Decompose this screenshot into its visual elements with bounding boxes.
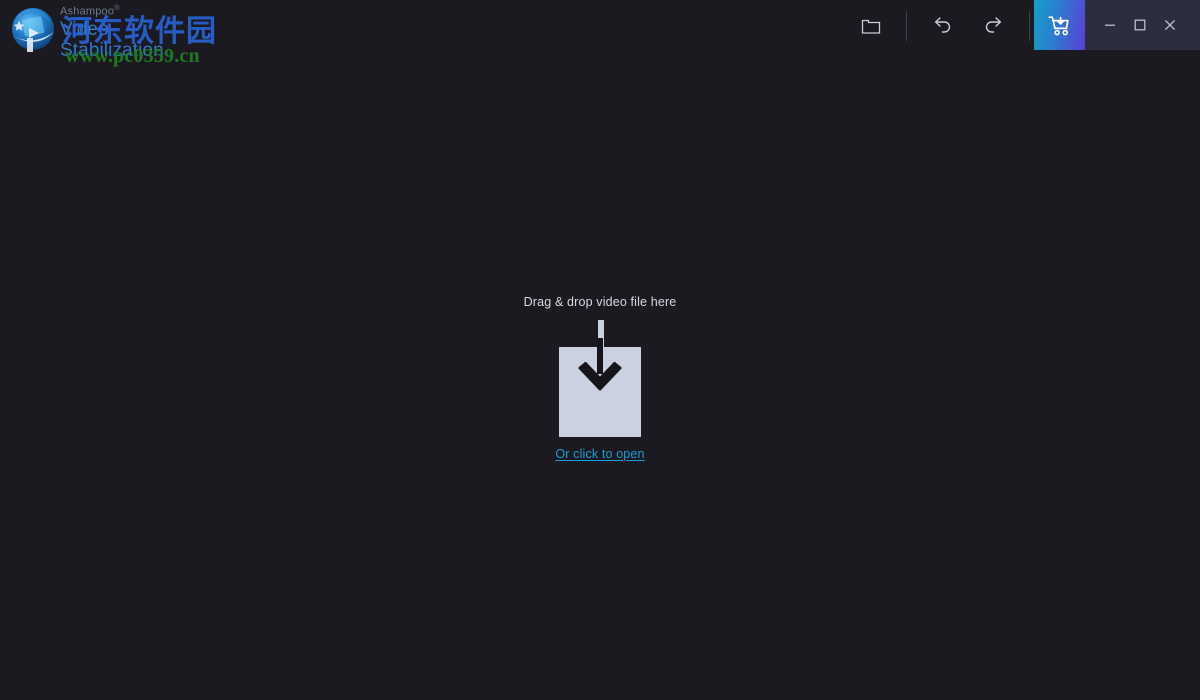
redo-arrow-icon [985, 17, 1002, 33]
dropzone-arrow-head [578, 338, 622, 391]
minimize-icon [1105, 24, 1115, 26]
close-x-icon [1164, 19, 1176, 31]
toolbar-separator-1 [906, 11, 907, 41]
minimize-button[interactable] [1095, 0, 1125, 50]
undo-arrow-icon [934, 17, 951, 33]
open-file-link[interactable]: Or click to open [555, 447, 644, 461]
folder-icon [861, 19, 881, 34]
registered-mark: ® [114, 5, 120, 12]
ashampoo-sphere-logo [11, 8, 55, 54]
maximize-button[interactable] [1125, 0, 1155, 50]
toolbar-separator-2 [1029, 11, 1030, 41]
download-into-box-icon [559, 320, 641, 437]
brand-company: Ashampoo® [60, 5, 164, 18]
video-dropzone[interactable]: Drag & drop video file here Or click to … [0, 52, 1200, 461]
open-folder-button[interactable] [852, 7, 890, 45]
brand-company-label: Ashampoo [60, 5, 115, 18]
app-window: Ashampoo® Video Stabilization 河东软件园 www.… [0, 0, 1200, 700]
shopping-cart-download-icon [1048, 15, 1069, 35]
close-button[interactable] [1155, 0, 1185, 50]
undo-button[interactable] [923, 7, 961, 45]
maximize-square-icon [1134, 19, 1146, 31]
buy-cart-button[interactable] [1034, 0, 1085, 50]
titlebar: Ashampoo® Video Stabilization 河东软件园 www.… [0, 0, 1200, 67]
redo-button[interactable] [975, 7, 1013, 45]
dropzone-caption: Drag & drop video file here [523, 295, 677, 309]
main-content: Drag & drop video file here Or click to … [0, 52, 1200, 700]
window-controls [1034, 0, 1200, 50]
